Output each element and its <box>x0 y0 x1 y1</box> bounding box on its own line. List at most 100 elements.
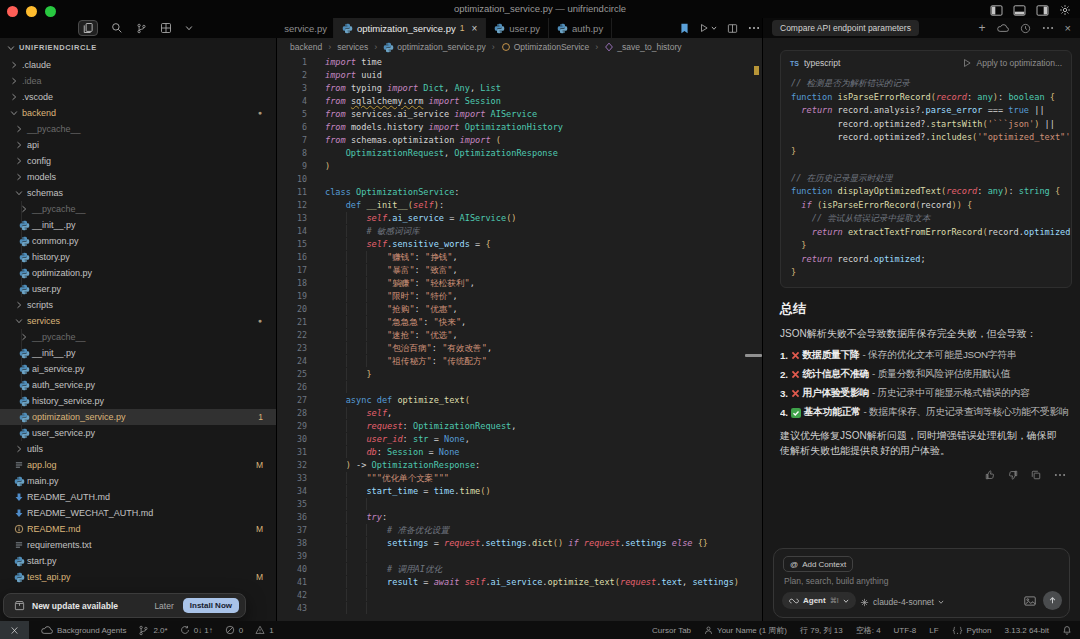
later-button[interactable]: Later <box>154 601 173 611</box>
tree-item-readme-auth-md[interactable]: README_AUTH.md <box>0 489 276 505</box>
tree-item-readme-md[interactable]: README.mdM <box>0 521 276 537</box>
send-button[interactable] <box>1043 591 1062 610</box>
tree-item--pycache-[interactable]: __pycache__ <box>0 121 276 137</box>
breadcrumb-item[interactable]: backend <box>290 42 322 52</box>
model-selector[interactable]: claude-4-sonnet <box>860 597 944 607</box>
tree-item-test-api-py[interactable]: test_api.pyM <box>0 569 276 585</box>
tree-item--claude[interactable]: .claude <box>0 57 276 73</box>
code-area[interactable]: 1import time2import uuid3from typing imp… <box>277 56 762 621</box>
close-window-button[interactable] <box>7 6 18 17</box>
tree-item-history-service-py[interactable]: history_service.py <box>0 393 276 409</box>
breadcrumb-item[interactable]: services <box>337 42 368 52</box>
status-item-0-1-[interactable]: 0↓ 1↑ <box>180 625 213 635</box>
status-item-0[interactable]: 0 <box>225 625 243 635</box>
status-item-lf[interactable]: LF <box>929 626 938 635</box>
tree-item-services[interactable]: services● <box>0 313 276 329</box>
status-item-python[interactable]: Python <box>952 626 992 635</box>
breadcrumb-item[interactable]: optimization_service.py <box>383 42 485 53</box>
chat-more-icon[interactable] <box>1042 26 1054 30</box>
remote-indicator[interactable] <box>0 621 29 639</box>
chat-input-box[interactable]: @Add Context Plan, search, build anythin… <box>773 548 1070 618</box>
tree-item--pycache-[interactable]: __pycache__ <box>0 201 276 217</box>
tab-user-py[interactable]: user.py <box>486 18 549 38</box>
tab-optimization-service-py[interactable]: optimization_service.py1× <box>334 18 486 38</box>
status-item-background-agents[interactable]: Background Agents <box>41 625 126 635</box>
status-item--79-13[interactable]: 行 79, 列 13 <box>800 625 843 636</box>
explorer-section-header[interactable]: UNIFRIENDCIRCLE <box>0 38 276 57</box>
tree-item-common-py[interactable]: common.py <box>0 233 276 249</box>
chat-tab[interactable]: Compare API endpoint parameters <box>772 20 919 36</box>
install-now-button[interactable]: Install Now <box>183 598 239 613</box>
toggle-left-panel-icon[interactable] <box>990 5 1003 16</box>
code-line-13: 13self.ai_service = AIService() <box>277 212 762 225</box>
line-number: 4 <box>277 95 307 108</box>
minimize-window-button[interactable] <box>26 6 37 17</box>
thumbs-up-icon[interactable] <box>985 470 995 480</box>
copy-response-icon[interactable] <box>1031 470 1041 480</box>
close-tab-icon[interactable]: × <box>471 23 477 34</box>
status-item-2-0-[interactable]: 2.0* <box>138 625 167 636</box>
tree-item--init-py[interactable]: __init__.py <box>0 345 276 361</box>
tree-item-utils[interactable]: utils <box>0 441 276 457</box>
history-icon[interactable] <box>1020 23 1031 34</box>
add-context-chip[interactable]: @Add Context <box>783 556 853 572</box>
status-item-your-name-1-[interactable]: Your Name (1 周前) <box>704 625 787 636</box>
breadcrumb-item[interactable]: _save_to_history <box>604 42 681 52</box>
tree-item-readme-wechat-auth-md[interactable]: README_WECHAT_AUTH.md <box>0 505 276 521</box>
cursor-tab-icon[interactable] <box>680 23 689 34</box>
maximize-window-button[interactable] <box>45 6 56 17</box>
tree-item-history-py[interactable]: history.py <box>0 249 276 265</box>
apply-button[interactable]: Apply to optimization... <box>962 58 1062 68</box>
editor-more-actions-icon[interactable] <box>748 26 760 30</box>
settings-gear-icon[interactable] <box>1059 4 1071 16</box>
tree-item-user-service-py[interactable]: user_service.py <box>0 425 276 441</box>
cloud-icon[interactable] <box>997 23 1009 33</box>
response-more-icon[interactable] <box>1054 473 1066 477</box>
source-control-view-icon[interactable] <box>136 23 147 34</box>
code-editor[interactable]: backend›services›optimization_service.py… <box>277 38 762 621</box>
status-item-3-13-2-64-bit[interactable]: 3.13.2 64-bit <box>1005 626 1049 635</box>
tree-item-ai-service-py[interactable]: ai_service.py <box>0 361 276 377</box>
new-chat-icon[interactable]: + <box>979 21 986 35</box>
status-item-cursor-tab[interactable]: Cursor Tab <box>652 626 691 635</box>
line-number: 22 <box>277 329 307 342</box>
status-item--4[interactable]: 空格: 4 <box>856 625 881 636</box>
scrollbar-thumb[interactable] <box>745 354 762 357</box>
tree-item--init-py[interactable]: __init__.py <box>0 217 276 233</box>
tree-item-scripts[interactable]: scripts <box>0 297 276 313</box>
attach-image-icon[interactable] <box>1024 596 1036 606</box>
split-editor-icon[interactable] <box>727 23 738 34</box>
tree-item-optimization-service-py[interactable]: optimization_service.py1 <box>0 409 276 425</box>
status-item[interactable] <box>1062 625 1072 635</box>
toggle-bottom-panel-icon[interactable] <box>1013 5 1026 16</box>
tree-item-config[interactable]: config <box>0 153 276 169</box>
tree-item-auth-service-py[interactable]: auth_service.py <box>0 377 276 393</box>
thumbs-down-icon[interactable] <box>1008 470 1018 480</box>
tree-item-models[interactable]: models <box>0 169 276 185</box>
tree-item-main-py[interactable]: main.py <box>0 473 276 489</box>
extensions-view-icon[interactable] <box>160 22 172 34</box>
agent-mode-selector[interactable]: Agent ⌘I <box>782 592 856 609</box>
tree-item-user-py[interactable]: user.py <box>0 281 276 297</box>
breadcrumb-item[interactable]: OptimizationService <box>501 42 590 52</box>
tree-item-api[interactable]: api <box>0 137 276 153</box>
close-chat-icon[interactable]: × <box>1065 22 1071 34</box>
explorer-view-icon[interactable] <box>78 20 98 36</box>
tree-item-backend[interactable]: backend● <box>0 105 276 121</box>
tab-auth-py[interactable]: auth.py <box>549 18 612 38</box>
tree-item--idea[interactable]: .idea <box>0 73 276 89</box>
status-item-1[interactable]: 1 <box>255 625 273 635</box>
tree-item-optimization-py[interactable]: optimization.py <box>0 265 276 281</box>
tree-item-schemas[interactable]: schemas <box>0 185 276 201</box>
tree-item-start-py[interactable]: start.py <box>0 553 276 569</box>
status-item-utf-8[interactable]: UTF-8 <box>894 626 917 635</box>
views-chevron-down-icon[interactable] <box>185 24 193 32</box>
tree-item-requirements-txt[interactable]: requirements.txt <box>0 537 276 553</box>
search-view-icon[interactable] <box>111 22 123 34</box>
tree-item--pycache-[interactable]: __pycache__ <box>0 329 276 345</box>
tree-item-app-log[interactable]: app.logM <box>0 457 276 473</box>
tab-service-py[interactable]: service.py <box>277 18 334 38</box>
run-python-file-button[interactable] <box>699 23 717 33</box>
toggle-right-panel-icon[interactable] <box>1036 5 1049 16</box>
tree-item--vscode[interactable]: .vscode <box>0 89 276 105</box>
